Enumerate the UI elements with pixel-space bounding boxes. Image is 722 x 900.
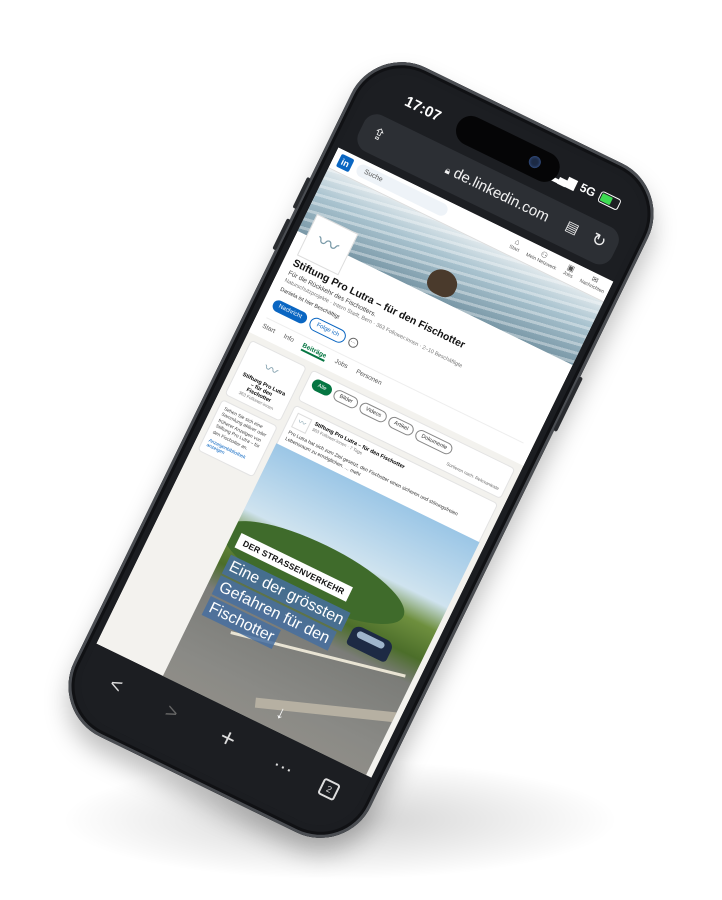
share-icon[interactable]: ⇪ (368, 123, 389, 147)
nav-start[interactable]: ⌂ Start (508, 236, 524, 254)
clock: 17:07 (401, 93, 444, 126)
lock-icon: 🔒︎ (442, 165, 453, 178)
camera-icon (526, 154, 543, 171)
reader-icon[interactable]: ▤ (563, 217, 582, 238)
battery-icon (596, 190, 622, 211)
more-button[interactable]: … (346, 335, 360, 350)
search-placeholder: Suche (362, 168, 384, 184)
nav-jobs[interactable]: ▣ Jobs (562, 262, 578, 279)
tab-info[interactable]: Info (281, 333, 295, 346)
tab-start[interactable]: Start (260, 323, 276, 337)
tabs-icon[interactable]: 2 (316, 777, 342, 802)
more-menu-button[interactable]: ··· (269, 753, 297, 782)
phone: 17:07 ▂▄▆ 5G ⇪ 🔒︎de.linkedin.com ▤ ↻ in … (49, 43, 673, 857)
forward-button[interactable]: > (161, 700, 182, 726)
linkedin-logo[interactable]: in (335, 153, 355, 173)
new-tab-button[interactable]: + (214, 721, 242, 756)
back-button[interactable]: < (105, 673, 126, 699)
network-label: 5G (577, 180, 599, 200)
tab-jobs[interactable]: Jobs (333, 358, 348, 372)
filter-all[interactable]: Alle (309, 377, 335, 398)
tab-posts[interactable]: Beiträge (300, 342, 328, 362)
tab-people[interactable]: Personen (354, 368, 383, 388)
phone-screen: 17:07 ▂▄▆ 5G ⇪ 🔒︎de.linkedin.com ▤ ↻ in … (65, 59, 657, 841)
reload-icon[interactable]: ↻ (588, 229, 609, 253)
post-avatar[interactable]: 〰 (291, 412, 313, 435)
